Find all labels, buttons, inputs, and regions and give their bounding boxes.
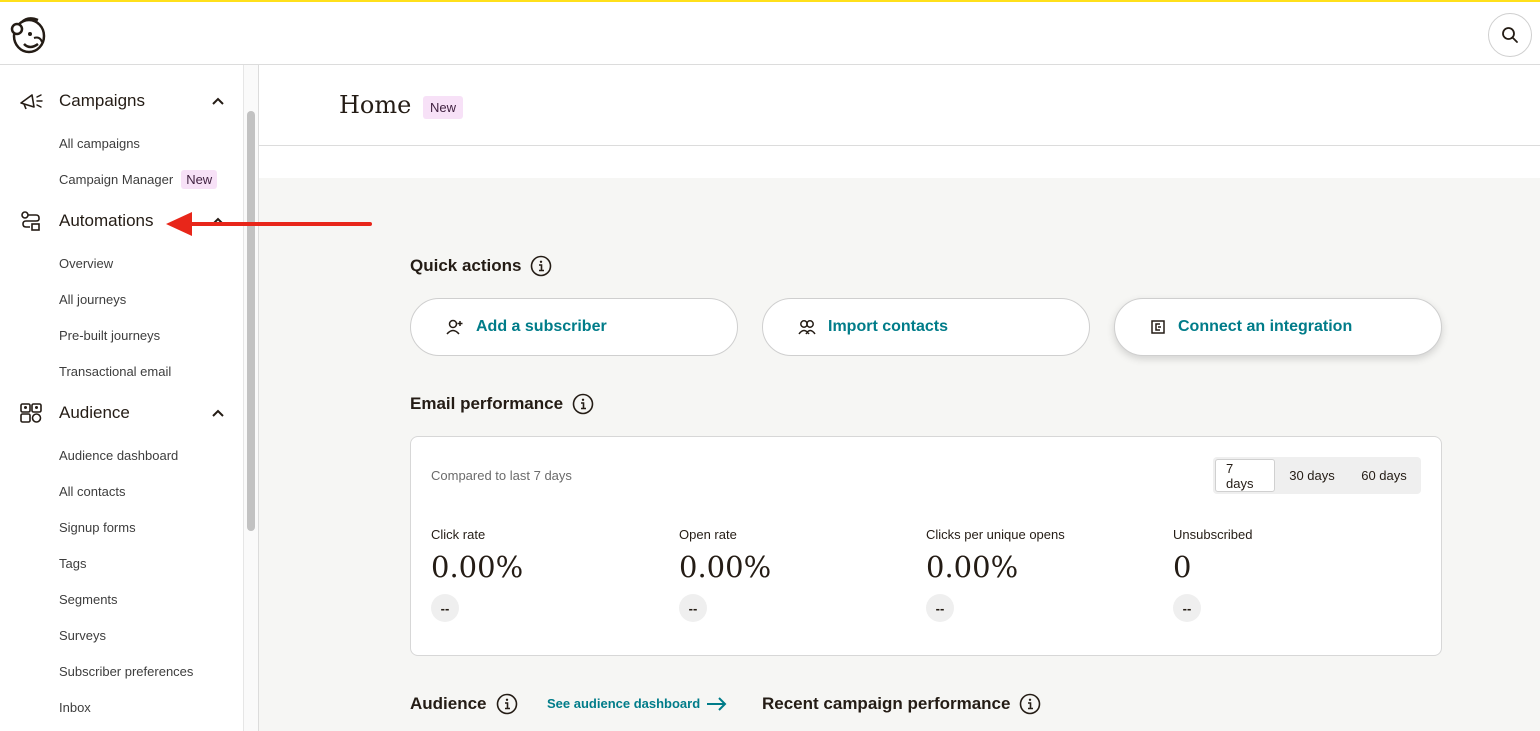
info-icon[interactable] [572,393,594,415]
chevron-up-icon[interactable] [210,93,226,109]
button-label: Connect an integration [1178,318,1353,335]
sidebar-item-transactional-email[interactable]: Transactional email [59,361,171,381]
metric-value: 0.00% [431,550,524,584]
sidebar-group-label: Audience [59,403,130,422]
sidebar-item-subscriber-preferences[interactable]: Subscriber preferences [59,661,193,681]
section-title: Quick actions [410,256,522,275]
section-title: Audience [410,694,487,713]
info-icon[interactable] [530,255,552,277]
metric-label: Unsubscribed [1173,527,1253,542]
page-title: Home [339,91,412,119]
contacts-icon [798,320,816,335]
metric-value: 0 [1173,550,1192,584]
sidebar-item-all-contacts[interactable]: All contacts [59,481,125,501]
metric-delta: -- [431,594,459,622]
top-bar [0,0,1540,65]
metric-label: Click rate [431,527,486,542]
sidebar-item-audience-dashboard[interactable]: Audience dashboard [59,445,178,465]
sidebar-item-label: Pre-built journeys [59,327,161,343]
audience-heading: Audience [410,693,518,715]
info-icon[interactable] [1019,693,1041,715]
search-button[interactable] [1488,13,1532,57]
info-icon[interactable] [496,693,518,715]
new-badge: New [181,169,218,189]
sidebar-group-label: Campaigns [59,91,145,110]
sidebar-item-signup-forms[interactable]: Signup forms [59,517,136,537]
section-title: Email performance [410,394,564,413]
sidebar-item-all-journeys[interactable]: All journeys [59,289,126,309]
sidebar-item-campaign-manager[interactable]: Campaign Manager New [59,169,218,189]
sidebar-item-label: All journeys [59,291,127,307]
date-range-toggle: 7 days 30 days 60 days [1213,457,1421,494]
sidebar-item-label: Tags [59,555,87,571]
sidebar-item-label: Subscriber preferences [59,663,194,679]
metric-unsubscribed: Unsubscribed 0 -- [1173,527,1393,622]
sidebar-item-label: Transactional email [59,363,172,379]
metric-label: Open rate [679,527,737,542]
metric-value: 0.00% [926,550,1019,584]
import-contacts-button[interactable]: Import contacts [762,298,1090,356]
sidebar-item-tags[interactable]: Tags [59,553,86,573]
sidebar-group-audience[interactable]: Audience [0,393,243,433]
button-label: Add a subscriber [476,318,607,335]
automation-flow-icon [21,211,40,231]
search-icon [1502,27,1518,43]
new-badge: New [423,96,464,119]
sidebar-item-label: Campaign Manager [59,171,174,187]
email-performance-card: Compared to last 7 days 7 days 30 days 6… [410,436,1442,656]
email-performance-heading: Email performance [410,393,594,415]
mailchimp-logo-icon[interactable] [8,14,48,56]
audience-icon [20,403,42,423]
sidebar-item-label: All campaigns [59,135,140,151]
link-label: See audience dashboard [547,696,701,711]
sidebar-item-pre-built-journeys[interactable]: Pre-built journeys [59,325,160,345]
sidebar-item-all-campaigns[interactable]: All campaigns [59,133,140,153]
sidebar-scrollbar-thumb[interactable] [247,111,255,531]
connect-integration-button[interactable]: Connect an integration [1114,298,1442,356]
compared-text: Compared to last 7 days [431,468,572,483]
annotation-arrow-icon [166,212,372,236]
sidebar-item-label: Inbox [59,699,91,715]
sidebar-item-segments[interactable]: Segments [59,589,118,609]
metric-delta: -- [679,594,707,622]
sidebar-item-label: Segments [59,591,118,607]
sidebar-item-label: All contacts [59,483,126,499]
section-title: Recent campaign performance [762,694,1011,713]
metric-value: 0.00% [679,550,772,584]
metric-label: Clicks per unique opens [926,527,1065,542]
arrow-right-icon [707,696,727,711]
sidebar: Campaigns All campaigns Campaign Manager… [0,65,259,731]
see-audience-dashboard-link[interactable]: See audience dashboard [547,696,728,711]
chevron-up-icon[interactable] [210,405,226,421]
add-subscriber-button[interactable]: Add a subscriber [410,298,738,356]
header-spacer [259,146,1540,178]
sidebar-item-surveys[interactable]: Surveys [59,625,106,645]
metric-delta: -- [926,594,954,622]
sidebar-item-label: Surveys [59,627,106,643]
range-60-days[interactable]: 60 days [1349,459,1419,492]
metric-open-rate: Open rate 0.00% -- [679,527,899,622]
sidebar-item-label: Audience dashboard [59,447,179,463]
button-label: Import contacts [828,318,949,335]
sidebar-item-overview[interactable]: Overview [59,253,113,273]
add-user-icon [446,319,463,335]
quick-actions-heading: Quick actions [410,255,552,277]
sidebar-group-label: Automations [59,211,154,230]
page-header: Home New [259,65,1540,146]
metric-click-rate: Click rate 0.00% -- [431,527,651,622]
sidebar-item-inbox[interactable]: Inbox [59,697,91,717]
integration-icon [1151,320,1165,334]
range-7-days[interactable]: 7 days [1215,459,1275,492]
sidebar-item-label: Overview [59,255,114,271]
metric-delta: -- [1173,594,1201,622]
sidebar-group-campaigns[interactable]: Campaigns [0,81,243,121]
metric-clicks-per-unique-opens: Clicks per unique opens 0.00% -- [926,527,1146,622]
sidebar-item-label: Signup forms [59,519,136,535]
recent-campaign-heading: Recent campaign performance [762,693,1041,715]
megaphone-icon [20,94,43,110]
main-content: Home New Quick actions Add a subscriber … [259,65,1540,731]
range-30-days[interactable]: 30 days [1275,459,1349,492]
